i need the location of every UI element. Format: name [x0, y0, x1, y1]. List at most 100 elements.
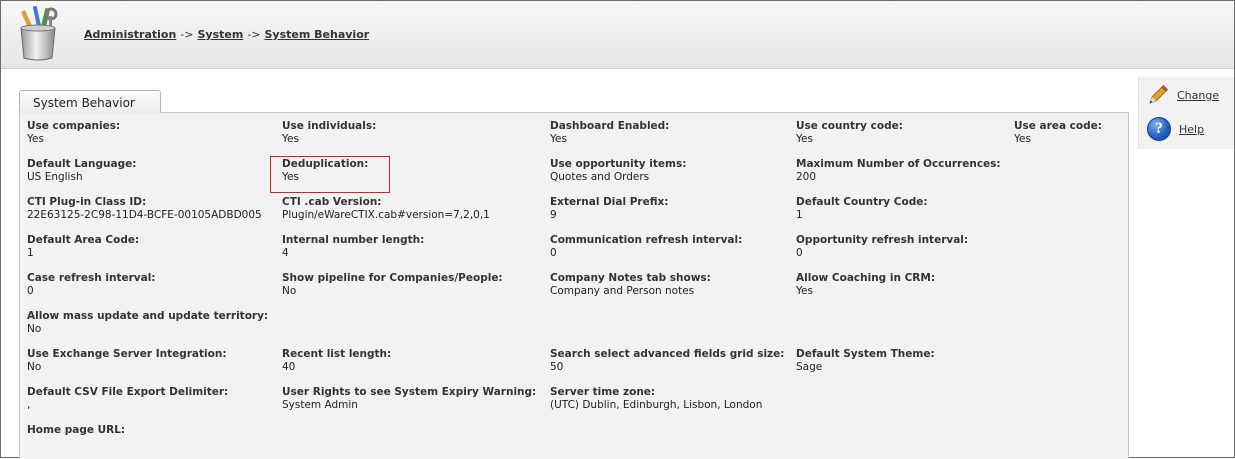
- field-label: Internal number length:: [282, 234, 425, 246]
- tab-system-behavior[interactable]: System Behavior: [19, 90, 161, 113]
- field-max-occurrences: Maximum Number of Occurrences: 200: [796, 158, 1001, 184]
- breadcrumb-system-behavior[interactable]: System Behavior: [265, 28, 370, 41]
- field-label: CTI .cab Version:: [282, 196, 382, 208]
- field-value: 50: [550, 361, 564, 373]
- field-label: CTI Plug-in Class ID:: [27, 196, 147, 208]
- field-value: Yes: [550, 133, 567, 145]
- field-value: System Admin: [282, 399, 358, 411]
- page-header: Administration -> System -> System Behavior: [1, 1, 1234, 69]
- field-case-refresh: Case refresh interval: 0: [27, 272, 156, 298]
- field-label: Use companies:: [27, 120, 121, 132]
- admin-tools-icon: [20, 5, 58, 61]
- field-communication-refresh: Communication refresh interval: 0: [550, 234, 742, 260]
- field-value: (UTC) Dublin, Edinburgh, Lisbon, London: [550, 399, 763, 411]
- field-cti-cab-version: CTI .cab Version: Plugin/eWareCTIX.cab#v…: [282, 196, 490, 222]
- change-label: Change: [1177, 88, 1220, 102]
- field-label: Use country code:: [796, 120, 903, 132]
- field-value: 0: [550, 247, 557, 259]
- field-value: No: [282, 285, 297, 297]
- field-value: Yes: [282, 171, 299, 183]
- field-use-companies: Use companies: Yes: [27, 120, 120, 146]
- breadcrumb-system[interactable]: System: [197, 28, 243, 41]
- field-value: Yes: [796, 133, 813, 145]
- field-server-time-zone: Server time zone: (UTC) Dublin, Edinburg…: [550, 386, 762, 412]
- help-icon: ?: [1147, 117, 1171, 141]
- field-show-pipeline: Show pipeline for Companies/People: No: [282, 272, 503, 298]
- pencil-icon: [1149, 85, 1168, 104]
- field-label: Default CSV File Export Delimiter:: [27, 386, 229, 398]
- field-value: ,: [27, 399, 31, 411]
- field-opportunity-refresh: Opportunity refresh interval: 0: [796, 234, 968, 260]
- field-internal-number-length: Internal number length: 4: [282, 234, 424, 260]
- field-value: 4: [282, 247, 289, 259]
- system-behavior-panel: Use companies: Yes Use individuals: Yes …: [19, 112, 1129, 459]
- field-allow-mass-update: Allow mass update and update territory: …: [27, 310, 268, 336]
- field-expiry-warning-rights: User Rights to see System Expiry Warning…: [282, 386, 536, 412]
- field-value: Plugin/eWareCTIX.cab#version=7,2,0,1: [282, 209, 490, 221]
- field-label: Opportunity refresh interval:: [796, 234, 969, 246]
- field-value: Quotes and Orders: [550, 171, 650, 183]
- field-dashboard-enabled: Dashboard Enabled: Yes: [550, 120, 669, 146]
- field-label: Default Country Code:: [796, 196, 928, 208]
- field-use-area-code: Use area code: Yes: [1014, 120, 1102, 146]
- change-button[interactable]: Change: [1147, 84, 1219, 106]
- field-allow-coaching: Allow Coaching in CRM: Yes: [796, 272, 935, 298]
- field-value: 22E63125-2C98-11D4-BCFE-00105ADBD005: [27, 209, 262, 221]
- field-label: Allow Coaching in CRM:: [796, 272, 936, 284]
- field-label: Recent list length:: [282, 348, 392, 360]
- field-value: 0: [27, 285, 34, 297]
- help-button[interactable]: ? Help: [1147, 117, 1204, 141]
- field-default-theme: Default System Theme: Sage: [796, 348, 935, 374]
- field-label: Maximum Number of Occurrences:: [796, 158, 1001, 170]
- field-value: 200: [796, 171, 817, 183]
- field-value: Yes: [282, 133, 299, 145]
- action-panel: Change ? Help: [1138, 77, 1234, 149]
- field-value: Yes: [796, 285, 813, 297]
- field-value: 0: [796, 247, 803, 259]
- field-label: Default Area Code:: [27, 234, 140, 246]
- field-label: Show pipeline for Companies/People:: [282, 272, 503, 284]
- field-recent-list-length: Recent list length: 40: [282, 348, 391, 374]
- field-label: Dashboard Enabled:: [550, 120, 670, 132]
- field-value: Yes: [27, 133, 44, 145]
- field-label: External Dial Prefix:: [550, 196, 669, 208]
- field-csv-delimiter: Default CSV File Export Delimiter: ,: [27, 386, 228, 412]
- field-value: 9: [550, 209, 557, 221]
- field-label: Allow mass update and update territory:: [27, 310, 269, 322]
- field-label: User Rights to see System Expiry Warning…: [282, 386, 537, 398]
- field-label: Use individuals:: [282, 120, 377, 132]
- field-home-page-url: Home page URL:: [27, 424, 125, 437]
- field-default-country-code: Default Country Code: 1: [796, 196, 928, 222]
- field-search-grid-size: Search select advanced fields grid size:…: [550, 348, 785, 374]
- field-label: Server time zone:: [550, 386, 656, 398]
- field-company-notes-tab: Company Notes tab shows: Company and Per…: [550, 272, 711, 298]
- field-cti-plugin-class-id: CTI Plug-in Class ID: 22E63125-2C98-11D4…: [27, 196, 262, 222]
- field-default-language: Default Language: US English: [27, 158, 136, 184]
- field-label: Deduplication:: [282, 158, 369, 170]
- field-value: 1: [27, 247, 34, 259]
- breadcrumb-administration[interactable]: Administration: [84, 28, 176, 41]
- field-label: Communication refresh interval:: [550, 234, 743, 246]
- field-default-area-code: Default Area Code: 1: [27, 234, 139, 260]
- field-value: US English: [27, 171, 83, 183]
- field-label: Case refresh interval:: [27, 272, 156, 284]
- field-label: Home page URL:: [27, 424, 126, 436]
- field-value: 40: [282, 361, 296, 373]
- field-value: Yes: [1014, 133, 1031, 145]
- field-label: Default Language:: [27, 158, 137, 170]
- field-value: No: [27, 323, 42, 335]
- field-deduplication: Deduplication: Yes: [282, 158, 368, 184]
- help-label: Help: [1179, 122, 1205, 136]
- field-external-dial-prefix: External Dial Prefix: 9: [550, 196, 668, 222]
- field-use-opportunity-items: Use opportunity items: Quotes and Orders: [550, 158, 686, 184]
- field-value: Sage: [796, 361, 823, 373]
- field-label: Company Notes tab shows:: [550, 272, 711, 284]
- field-value: Company and Person notes: [550, 285, 695, 297]
- field-value: 1: [796, 209, 803, 221]
- field-label: Use Exchange Server Integration:: [27, 348, 227, 360]
- field-value: No: [27, 361, 42, 373]
- breadcrumb-separator: ->: [180, 28, 194, 41]
- breadcrumb-separator: ->: [247, 28, 261, 41]
- field-label: Use area code:: [1014, 120, 1102, 132]
- field-label: Use opportunity items:: [550, 158, 687, 170]
